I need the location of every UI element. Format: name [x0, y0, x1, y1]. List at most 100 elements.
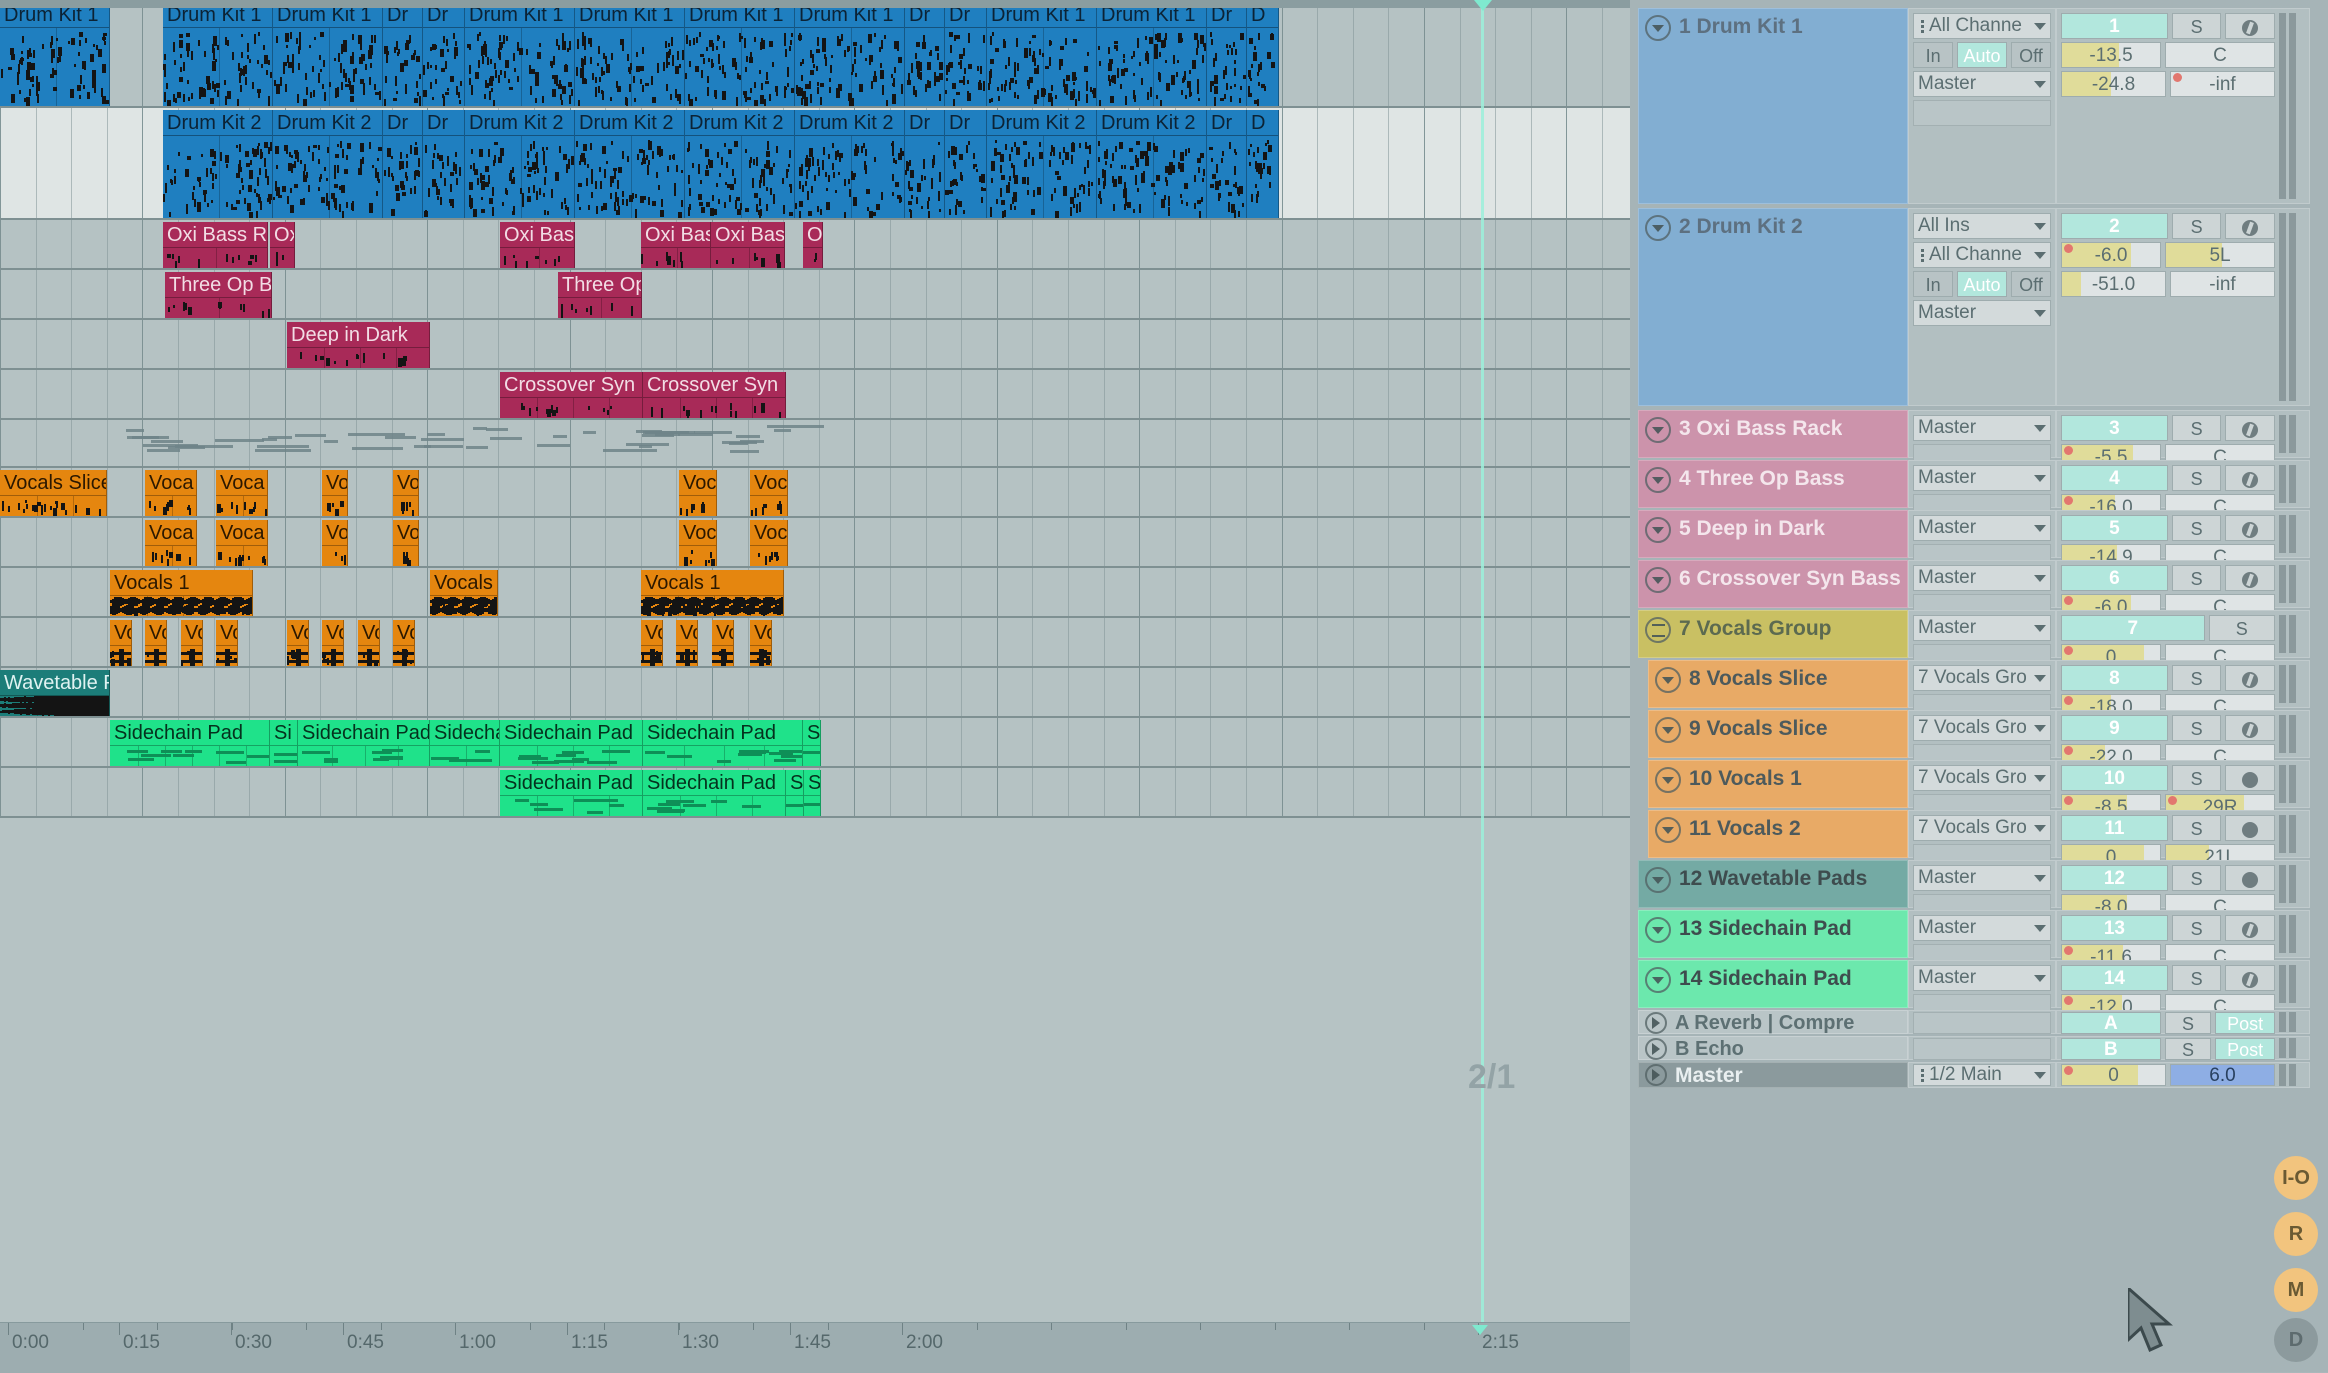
arrangement-clip[interactable]: Dr — [1207, 2, 1247, 106]
solo-button[interactable]: S — [2171, 865, 2222, 891]
arrangement-track-lane[interactable]: Oxi Bass RaOxOxi Bass RaOxi Bass RaOxi B… — [0, 220, 1630, 270]
return-track-header[interactable]: B Echo — [1638, 1036, 1908, 1060]
return-track-row[interactable]: B Echo B S Post — [1638, 1036, 2310, 1060]
mixer-track-row[interactable]: 3 Oxi Bass Rack Master 3 S -5.5 C — [1638, 410, 2310, 470]
mixer-track-row[interactable]: 6 Crossover Syn Bass Master 6 S -6.0 C — [1638, 560, 2310, 620]
arrangement-clip[interactable]: Vo — [712, 620, 734, 666]
master-volume-field[interactable]: 0 — [2061, 1064, 2166, 1086]
arrangement-track-lane[interactable]: Crossover Syn BassCrossover Syn Bass — [0, 370, 1630, 420]
track-io-section[interactable]: All Ins All Channe In Auto Off Master — [1908, 208, 2056, 406]
volume-field[interactable]: -6.0 — [2061, 242, 2162, 268]
automation-dot[interactable] — [2064, 496, 2073, 505]
arrangement-track-lane[interactable]: VocaVocaVoVoVocaVoca — [0, 518, 1630, 568]
arrangement-clip[interactable]: Drum Kit 2 — [163, 110, 273, 218]
io-routing-dropdown[interactable]: All Ins — [1913, 213, 2051, 239]
arrangement-clip[interactable]: Dr — [383, 2, 423, 106]
time-ruler[interactable]: 0:00 0:15 0:30 0:45 1:00 1:15 1:30 1:45 2:00 2:15 — [0, 1322, 1630, 1373]
track-activator-button[interactable]: 3 — [2061, 415, 2168, 441]
crossfade-field[interactable]: 6.0 — [2170, 1064, 2275, 1086]
track-io-section[interactable]: Master — [1908, 460, 2056, 520]
arm-record-button[interactable] — [2225, 565, 2276, 591]
automation-dot[interactable] — [2064, 946, 2073, 955]
arrangement-clip[interactable]: Sidechain Pad — [643, 770, 786, 816]
track-io-section[interactable]: Master — [1908, 910, 2056, 970]
arrangement-clip[interactable]: Crossover Syn Bass — [500, 372, 643, 418]
arrangement-clip[interactable]: Dr — [905, 2, 945, 106]
arm-record-button[interactable] — [2225, 13, 2276, 39]
arrangement-clip[interactable]: Crossover Syn Bass — [643, 372, 786, 418]
mixer-section-toggle[interactable]: M — [2274, 1268, 2318, 1312]
track-header[interactable]: 14 Sidechain Pad — [1638, 960, 1908, 1008]
track-io-section[interactable]: 7 Vocals Gro — [1908, 760, 2056, 820]
arrangement-clip[interactable]: Vo — [145, 620, 167, 666]
arrangement-clip[interactable]: Dr — [945, 2, 987, 106]
monitor-auto-button[interactable]: Auto — [1957, 42, 2007, 68]
arrangement-clip[interactable]: Three Op Ba — [558, 272, 642, 318]
track-mixer-section[interactable]: 10 S -8.5 29R — [2056, 760, 2310, 820]
track-activator-button[interactable]: 12 — [2061, 865, 2168, 891]
arrangement-clip[interactable]: Deep in Dark — [287, 322, 430, 368]
track-mixer-section[interactable]: 1 S -13.5 C -24.8 -inf — [2056, 8, 2310, 204]
group-fold-icon[interactable] — [1645, 617, 1671, 643]
io-routing-dropdown[interactable]: Master — [1913, 565, 2051, 591]
arrangement-clip[interactable]: Vo — [322, 520, 348, 566]
arrangement-clip[interactable]: Sidechain Pad — [110, 720, 270, 766]
arrangement-clip[interactable]: Oxi Bass Ra — [641, 222, 711, 268]
track-fold-icon[interactable] — [1645, 517, 1671, 543]
io-routing-dropdown[interactable]: Master — [1913, 71, 2051, 97]
arrangement-clip[interactable]: Drum Kit 1 — [575, 2, 685, 106]
arrangement-clip[interactable]: Voca — [216, 470, 268, 516]
return-activator-button[interactable]: A — [2061, 1012, 2161, 1034]
arrangement-track-lane[interactable]: Drum Kit 2 Drum Kit 2 Dr Dr Drum Kit 2 Drum K… — [0, 108, 1630, 220]
arrangement-clip[interactable]: Drum Kit 2 — [987, 110, 1097, 218]
track-activator-button[interactable]: 11 — [2061, 815, 2168, 841]
arrangement-track-lane[interactable] — [0, 420, 1630, 468]
send-a-field[interactable]: -24.8 — [2061, 71, 2166, 97]
arrangement-clip[interactable]: Voca — [216, 520, 268, 566]
arm-record-button[interactable] — [2225, 715, 2276, 741]
track-io-section[interactable]: 7 Vocals Gro — [1908, 660, 2056, 720]
track-activator-button[interactable]: 10 — [2061, 765, 2168, 791]
post-toggle-button[interactable]: Post — [2215, 1038, 2275, 1060]
track-fold-icon[interactable] — [1655, 767, 1681, 793]
arrangement-clip[interactable]: Vo — [393, 470, 419, 516]
arrangement-clip[interactable]: Si — [270, 720, 298, 766]
track-header[interactable]: 8 Vocals Slice — [1648, 660, 1908, 708]
arrangement-track-lane[interactable]: Three Op BassThree Op Ba — [0, 270, 1630, 320]
track-io-section[interactable]: All Channe In Auto Off Master — [1908, 8, 2056, 204]
arrangement-clip[interactable]: Sidechain Pad — [298, 720, 430, 766]
arm-record-button[interactable] — [2225, 965, 2276, 991]
arm-record-button[interactable] — [2225, 515, 2276, 541]
track-io-section[interactable]: Master — [1908, 510, 2056, 570]
track-mixer-section[interactable]: 6 S -6.0 C — [2056, 560, 2310, 620]
arrangement-clip[interactable]: Vocals 1 — [110, 570, 253, 616]
mixer-track-row[interactable]: 9 Vocals Slice 7 Vocals Gro 9 S -22.0 C — [1638, 710, 2310, 770]
arrangement-clip[interactable]: Drum Kit 2 — [795, 110, 905, 218]
automation-dot[interactable] — [2064, 446, 2073, 455]
arm-record-button[interactable] — [2225, 415, 2276, 441]
arrangement-clip[interactable]: Drum Kit 2 — [1097, 110, 1207, 218]
solo-button[interactable]: S — [2171, 765, 2222, 791]
track-activator-button[interactable]: 8 — [2061, 665, 2168, 691]
arrangement-clip[interactable]: Drum Kit 1 — [1097, 2, 1207, 106]
io-empty-slot[interactable] — [1913, 1012, 2051, 1034]
arrangement-clip[interactable]: Vocals 1 — [430, 570, 498, 616]
io-routing-dropdown[interactable]: Master — [1913, 415, 2051, 441]
track-activator-button[interactable]: 4 — [2061, 465, 2168, 491]
track-fold-icon[interactable] — [1655, 817, 1681, 843]
master-output-dropdown[interactable]: 1/2 Main — [1913, 1064, 2051, 1086]
arrangement-track-lane[interactable]: Sidechain PadSidechain PadSiSi — [0, 768, 1630, 818]
solo-button[interactable]: S — [2171, 415, 2222, 441]
track-fold-icon[interactable] — [1655, 667, 1681, 693]
master-io-section[interactable]: 1/2 Main — [1908, 1062, 2056, 1088]
mixer-track-row[interactable]: 1 Drum Kit 1 All Channe In Auto Off Master 1 S -… — [1638, 8, 2310, 204]
io-routing-dropdown[interactable]: 7 Vocals Gro — [1913, 665, 2051, 691]
track-activator-button[interactable]: 14 — [2061, 965, 2168, 991]
track-fold-icon[interactable] — [1645, 15, 1671, 41]
io-routing-dropdown[interactable]: Master — [1913, 865, 2051, 891]
arrangement-clip[interactable]: Vo — [393, 620, 415, 666]
io-routing-dropdown[interactable]: 7 Vocals Gro — [1913, 815, 2051, 841]
send-b-field[interactable]: -inf — [2170, 271, 2275, 297]
track-fold-icon[interactable] — [1645, 417, 1671, 443]
arm-record-button[interactable] — [2225, 865, 2276, 891]
